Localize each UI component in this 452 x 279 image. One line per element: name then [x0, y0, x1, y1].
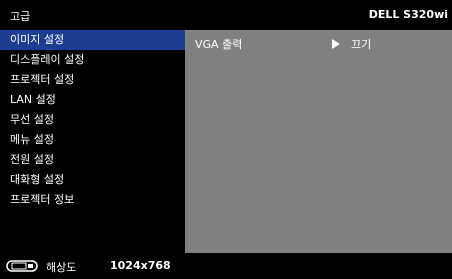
- play-right-icon[interactable]: [332, 39, 340, 49]
- menu-item-display-settings[interactable]: 디스플레이 설정: [0, 50, 185, 70]
- vga-output-value[interactable]: 끄기: [351, 36, 371, 52]
- menu-item-menu-settings[interactable]: 메뉴 설정: [0, 130, 185, 150]
- menu-item-lan-settings[interactable]: LAN 설정: [0, 90, 185, 110]
- menu-item-projector-info[interactable]: 프로젝터 정보: [0, 190, 185, 210]
- vga-output-label: VGA 출력: [195, 38, 243, 51]
- status-bar: 해상도 1024x768: [0, 253, 452, 279]
- menu-item-power-settings[interactable]: 전원 설정: [0, 150, 185, 170]
- options-panel: VGA 출력 끄기: [185, 30, 452, 253]
- resolution-value: 1024x768: [110, 259, 171, 272]
- menu-item-wireless-settings[interactable]: 무선 설정: [0, 110, 185, 130]
- projector-model: DELL S320wi: [368, 8, 448, 21]
- monitor-resolution-icon: [6, 260, 38, 272]
- resolution-label: 해상도: [46, 261, 77, 274]
- menu-title: 고급: [10, 10, 31, 23]
- projector-osd: 고급 DELL S320wi 이미지 설정 디스플레이 설정 프로젝터 설정 L…: [0, 0, 452, 279]
- title-bar: 고급 DELL S320wi: [0, 0, 452, 30]
- menu-item-image-settings[interactable]: 이미지 설정: [0, 30, 185, 50]
- settings-menu: 이미지 설정 디스플레이 설정 프로젝터 설정 LAN 설정 무선 설정 메뉴 …: [0, 30, 185, 253]
- menu-item-interactive-settings[interactable]: 대화형 설정: [0, 170, 185, 190]
- menu-item-projector-settings[interactable]: 프로젝터 설정: [0, 70, 185, 90]
